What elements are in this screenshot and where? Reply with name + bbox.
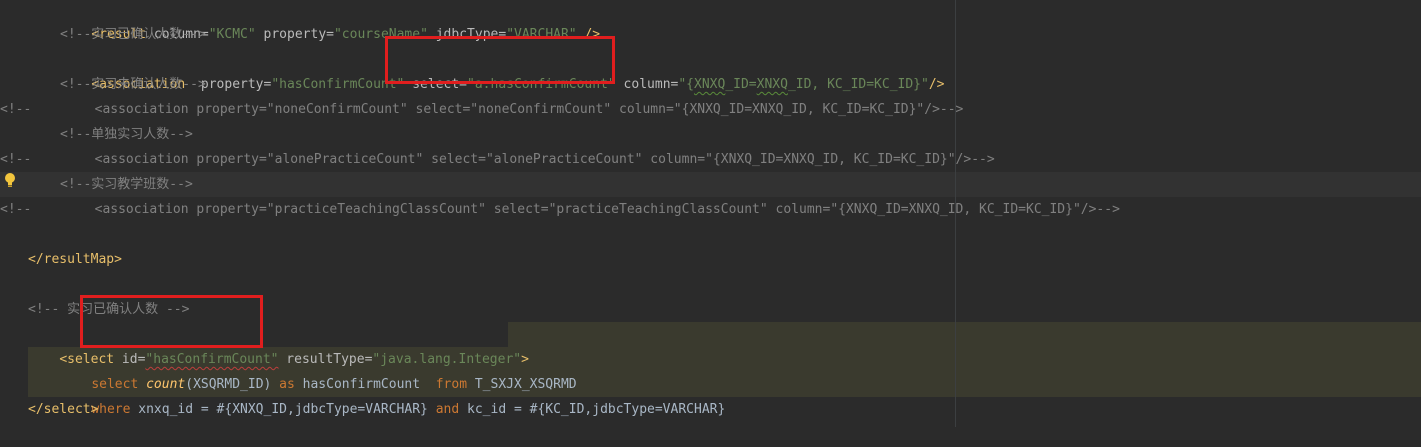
sql-keyword: and xyxy=(435,402,460,417)
sql-text: kc_id = #{KC_ID,jdbcType=VARCHAR} xyxy=(459,402,726,417)
comment-prefix: <!-- xyxy=(0,152,32,167)
xml-attribute: jdbcType= xyxy=(427,27,507,42)
sql-text: xnxq_id = #{XNXQ_ID,jdbcType=VARCHAR} xyxy=(130,402,436,417)
xml-value: "a.hasConfirmCount" xyxy=(467,77,616,92)
xml-tag: /> xyxy=(576,27,601,42)
code-editor[interactable]: <result column="KCMC" property="courseNa… xyxy=(0,0,1421,427)
xml-value: "VARCHAR" xyxy=(506,27,577,42)
sql-line[interactable]: select count(XSQRMD_ID) as hasConfirmCou… xyxy=(60,347,576,392)
code-comment[interactable]: <!--单独实习人数--> xyxy=(60,122,193,147)
comment-prefix: <!-- xyxy=(0,202,32,217)
code-comment[interactable]: <!--实习教学班数--> xyxy=(60,172,193,197)
xml-value: XNXQ xyxy=(756,77,788,92)
code-line[interactable]: <result column="KCMC" property="courseNa… xyxy=(60,0,600,42)
xml-value: XNXQ xyxy=(694,77,726,92)
xml-value: "hasConfirmCount" xyxy=(271,77,405,92)
commented-code: <association property="alonePracticeCoun… xyxy=(63,152,995,167)
code-line[interactable]: <association property="hasConfirmCount" … xyxy=(60,47,944,92)
xml-value: "KCMC" xyxy=(208,27,256,42)
code-comment[interactable]: <!--实习已确认人数--> xyxy=(60,22,206,47)
xml-attribute: select= xyxy=(404,77,468,92)
code-line[interactable]: <select id="hasConfirmCount" resultType=… xyxy=(28,322,529,367)
xml-closing-tag[interactable]: </select> xyxy=(28,397,98,422)
xml-value: _ID, KC_ID=KC_ID}" xyxy=(787,77,929,92)
code-comment[interactable]: <!-- <association property="practiceTeac… xyxy=(0,197,1120,222)
xml-attribute: column= xyxy=(615,77,679,92)
comment-prefix: <!-- xyxy=(0,102,32,117)
selection-highlight xyxy=(508,322,1421,347)
code-comment[interactable]: <!-- 实习已确认人数 --> xyxy=(28,297,189,322)
caret-line-highlight xyxy=(0,172,1421,197)
xml-value: "courseName" xyxy=(333,27,428,42)
commented-code: <association property="noneConfirmCount"… xyxy=(63,102,964,117)
xml-value: _ID= xyxy=(725,77,757,92)
code-comment[interactable]: <!--实习未确认人数--> xyxy=(60,72,206,97)
xml-tag: /> xyxy=(928,77,945,92)
xml-value: "{ xyxy=(678,77,695,92)
sql-line[interactable]: where xnxq_id = #{XNXQ_ID,jdbcType=VARCH… xyxy=(60,372,725,417)
xml-closing-tag[interactable]: </resultMap> xyxy=(28,247,122,272)
xml-attribute: property= xyxy=(255,27,334,42)
code-comment[interactable]: <!-- <association property="noneConfirmC… xyxy=(0,97,963,122)
code-comment[interactable]: <!-- <association property="alonePractic… xyxy=(0,147,995,172)
lightbulb-icon[interactable] xyxy=(4,172,16,188)
commented-code: <association property="practiceTeachingC… xyxy=(63,202,1120,217)
